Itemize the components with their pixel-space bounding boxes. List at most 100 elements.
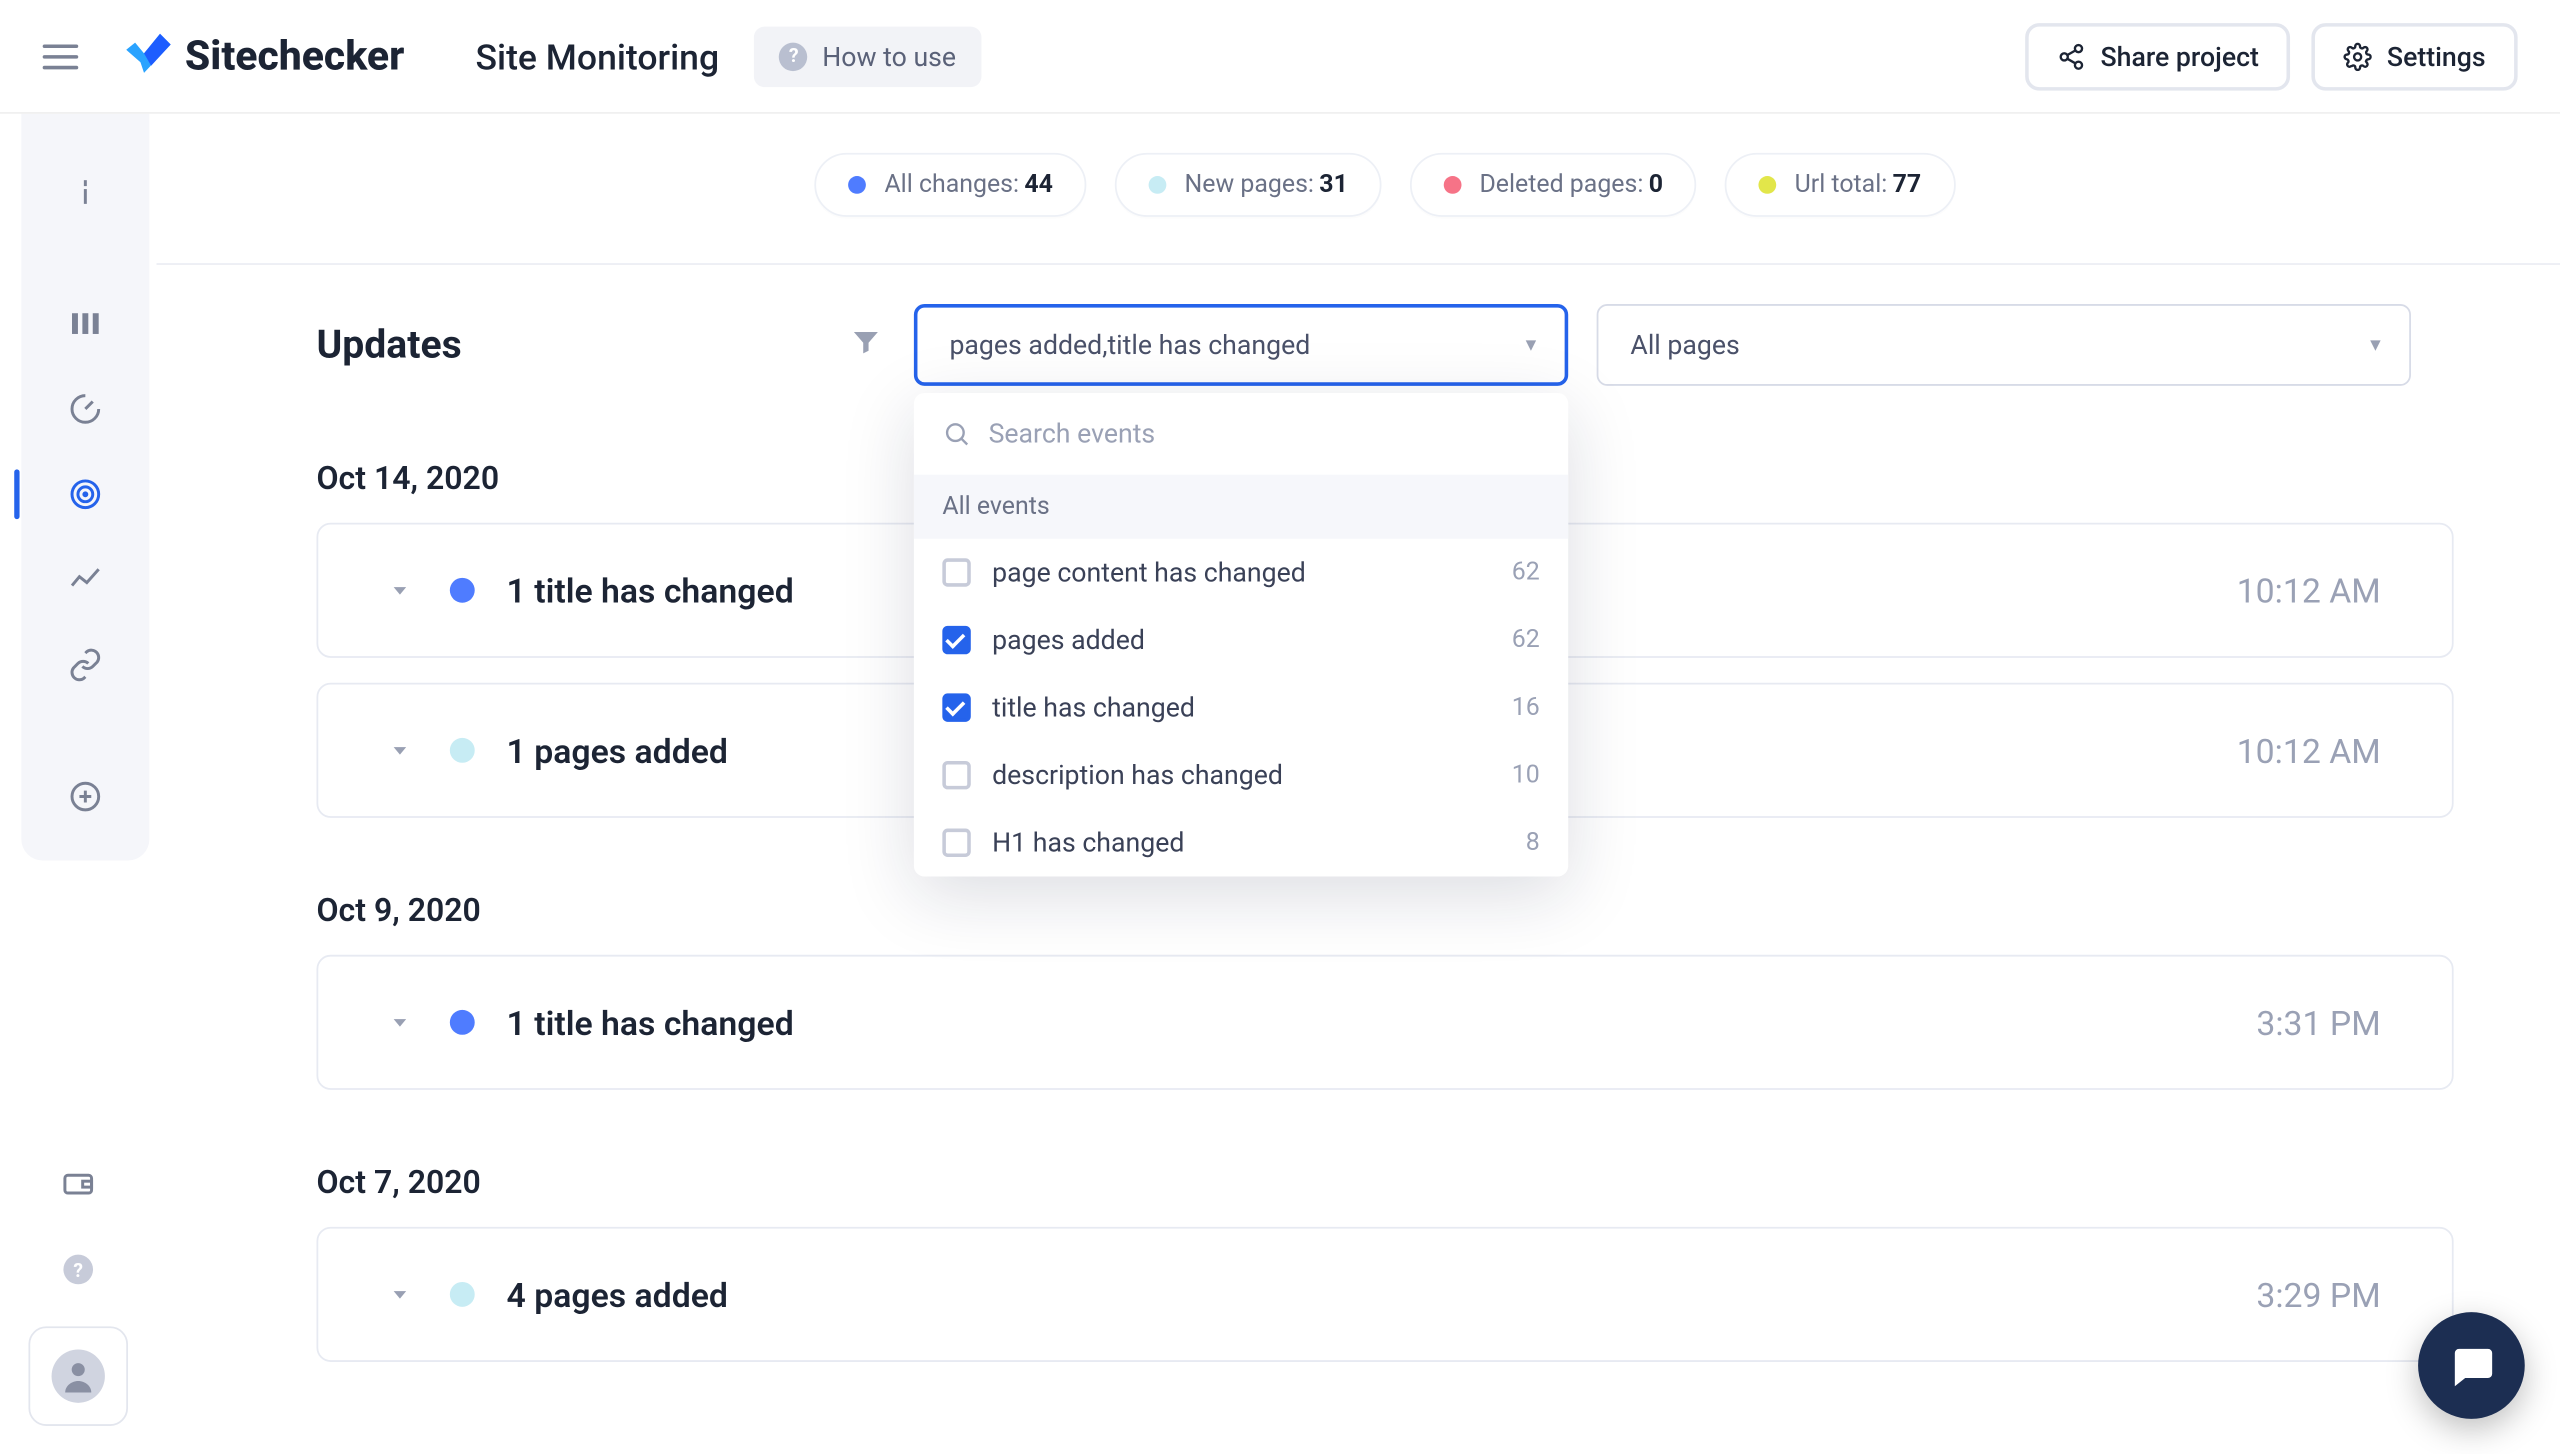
- columns-icon: [68, 306, 104, 342]
- status-dot-icon: [450, 1282, 475, 1307]
- stat-url-total[interactable]: Url total: 77: [1725, 153, 1955, 217]
- event-filter-option-count: 62: [1512, 558, 1540, 586]
- event-filter-option-label: title has changed: [992, 692, 1195, 724]
- avatar-icon: [52, 1350, 105, 1403]
- all-events-option[interactable]: All events: [914, 475, 1568, 539]
- event-filter-option-label: pages added: [992, 624, 1145, 656]
- events-filter-value: pages added,title has changed: [949, 329, 1310, 361]
- update-text: 1 title has changed: [507, 1002, 794, 1043]
- event-filter-option[interactable]: page content has changed 62: [914, 539, 1568, 607]
- checkbox-icon: [942, 626, 970, 654]
- brand-name: Sitechecker: [185, 32, 404, 80]
- event-filter-option-label: description has changed: [992, 759, 1283, 791]
- status-dot-icon: [450, 738, 475, 763]
- event-filter-option[interactable]: pages added 62: [914, 606, 1568, 674]
- app-header: Sitechecker Site Monitoring ? How to use…: [0, 0, 2560, 114]
- event-filter-option-count: 10: [1512, 761, 1540, 789]
- chevron-down-icon: ▼: [389, 743, 410, 758]
- target-icon: [68, 477, 104, 513]
- stat-label: Url total:: [1795, 171, 1888, 199]
- update-time: 10:12 AM: [2237, 730, 2381, 771]
- sidebar-item-help[interactable]: ?: [43, 1234, 114, 1305]
- event-filter-option[interactable]: description has changed 10: [914, 741, 1568, 809]
- date-group-header: Oct 7, 2020: [316, 1165, 2453, 1202]
- date-group-header: Oct 9, 2020: [316, 893, 2453, 930]
- svg-text:?: ?: [73, 1259, 83, 1282]
- sidebar-item-add[interactable]: [50, 761, 121, 832]
- share-project-button[interactable]: Share project: [2026, 22, 2291, 90]
- sidebar-item-wallet[interactable]: [43, 1149, 114, 1220]
- link-icon: [68, 647, 104, 683]
- stat-value: 31: [1319, 171, 1348, 199]
- menu-toggle-button[interactable]: [43, 44, 79, 69]
- stat-new-pages[interactable]: New pages: 31: [1115, 153, 1381, 217]
- checkbox-icon: [942, 829, 970, 857]
- event-filter-option-count: 16: [1512, 693, 1540, 721]
- stat-value: 0: [1649, 171, 1663, 199]
- update-row[interactable]: ▼ 1 title has changed 3:31 PM: [316, 955, 2453, 1090]
- update-text: 1 title has changed: [507, 570, 794, 611]
- sidebar-item-speed[interactable]: [50, 373, 121, 444]
- filter-icon: [850, 325, 882, 364]
- page-title: Site Monitoring: [475, 35, 719, 78]
- stat-label: New pages:: [1185, 171, 1314, 199]
- settings-button[interactable]: Settings: [2312, 22, 2517, 90]
- pages-filter-select[interactable]: All pages ▼: [1597, 304, 2411, 386]
- user-avatar-button[interactable]: [28, 1326, 128, 1426]
- status-dot-icon: [450, 1010, 475, 1035]
- dot-icon: [1149, 176, 1167, 194]
- stat-all-changes[interactable]: All changes: 44: [815, 153, 1087, 217]
- chat-launcher-button[interactable]: [2418, 1312, 2525, 1419]
- chevron-down-icon: ▼: [389, 1015, 410, 1030]
- event-filter-option-label: page content has changed: [992, 557, 1306, 589]
- dot-icon: [1759, 176, 1777, 194]
- info-icon: [68, 174, 104, 210]
- how-to-use-label: How to use: [822, 40, 956, 72]
- event-filter-option-label: H1 has changed: [992, 827, 1184, 859]
- chat-icon: [2447, 1341, 2497, 1391]
- checkbox-icon: [942, 761, 970, 789]
- update-time: 3:31 PM: [2256, 1002, 2380, 1043]
- events-filter-select[interactable]: pages added,title has changed ▼: [914, 304, 1568, 386]
- main-content: All changes: 44 New pages: 31 Deleted pa…: [156, 114, 2560, 1454]
- checkbox-icon: [942, 693, 970, 721]
- event-filter-option-count: 62: [1512, 626, 1540, 654]
- update-time: 3:29 PM: [2256, 1274, 2380, 1315]
- logo-mark-icon: [121, 29, 174, 82]
- settings-label: Settings: [2387, 40, 2486, 72]
- sidebar-item-monitoring[interactable]: [50, 459, 121, 530]
- trend-icon: [68, 562, 104, 598]
- stat-value: 44: [1024, 171, 1053, 199]
- chevron-down-icon: ▼: [389, 1287, 410, 1302]
- checkbox-icon: [942, 558, 970, 586]
- brand-logo[interactable]: Sitechecker: [121, 29, 404, 82]
- stat-label: All changes:: [884, 171, 1019, 199]
- event-filter-option[interactable]: H1 has changed 8: [914, 809, 1568, 877]
- how-to-use-button[interactable]: ? How to use: [755, 26, 981, 86]
- update-row[interactable]: ▼ 4 pages added 3:29 PM: [316, 1227, 2453, 1362]
- stat-deleted-pages[interactable]: Deleted pages: 0: [1410, 153, 1697, 217]
- chevron-down-icon: ▼: [1522, 335, 1540, 355]
- gauge-icon: [68, 391, 104, 427]
- sidebar-item-overview[interactable]: [50, 156, 121, 227]
- stat-label: Deleted pages:: [1479, 171, 1643, 199]
- dot-icon: [1444, 176, 1462, 194]
- section-title: Updates: [316, 323, 849, 367]
- stats-row: All changes: 44 New pages: 31 Deleted pa…: [210, 114, 2560, 263]
- update-text: 1 pages added: [507, 730, 728, 771]
- status-dot-icon: [450, 578, 475, 603]
- event-filter-option-count: 8: [1526, 829, 1540, 857]
- events-search-input[interactable]: Search events: [914, 393, 1568, 475]
- plus-circle-icon: [68, 779, 104, 815]
- pages-filter-value: All pages: [1630, 329, 1739, 361]
- sidebar-item-grid[interactable]: [50, 288, 121, 359]
- event-filter-option[interactable]: title has changed 16: [914, 674, 1568, 742]
- update-time: 10:12 AM: [2237, 570, 2381, 611]
- share-project-label: Share project: [2100, 40, 2258, 72]
- chevron-down-icon: ▼: [389, 583, 410, 598]
- wallet-icon: [60, 1166, 96, 1202]
- stat-value: 77: [1893, 171, 1922, 199]
- sidebar-item-link[interactable]: [50, 629, 121, 700]
- sidebar-item-trend[interactable]: [50, 544, 121, 615]
- update-text: 4 pages added: [507, 1274, 728, 1315]
